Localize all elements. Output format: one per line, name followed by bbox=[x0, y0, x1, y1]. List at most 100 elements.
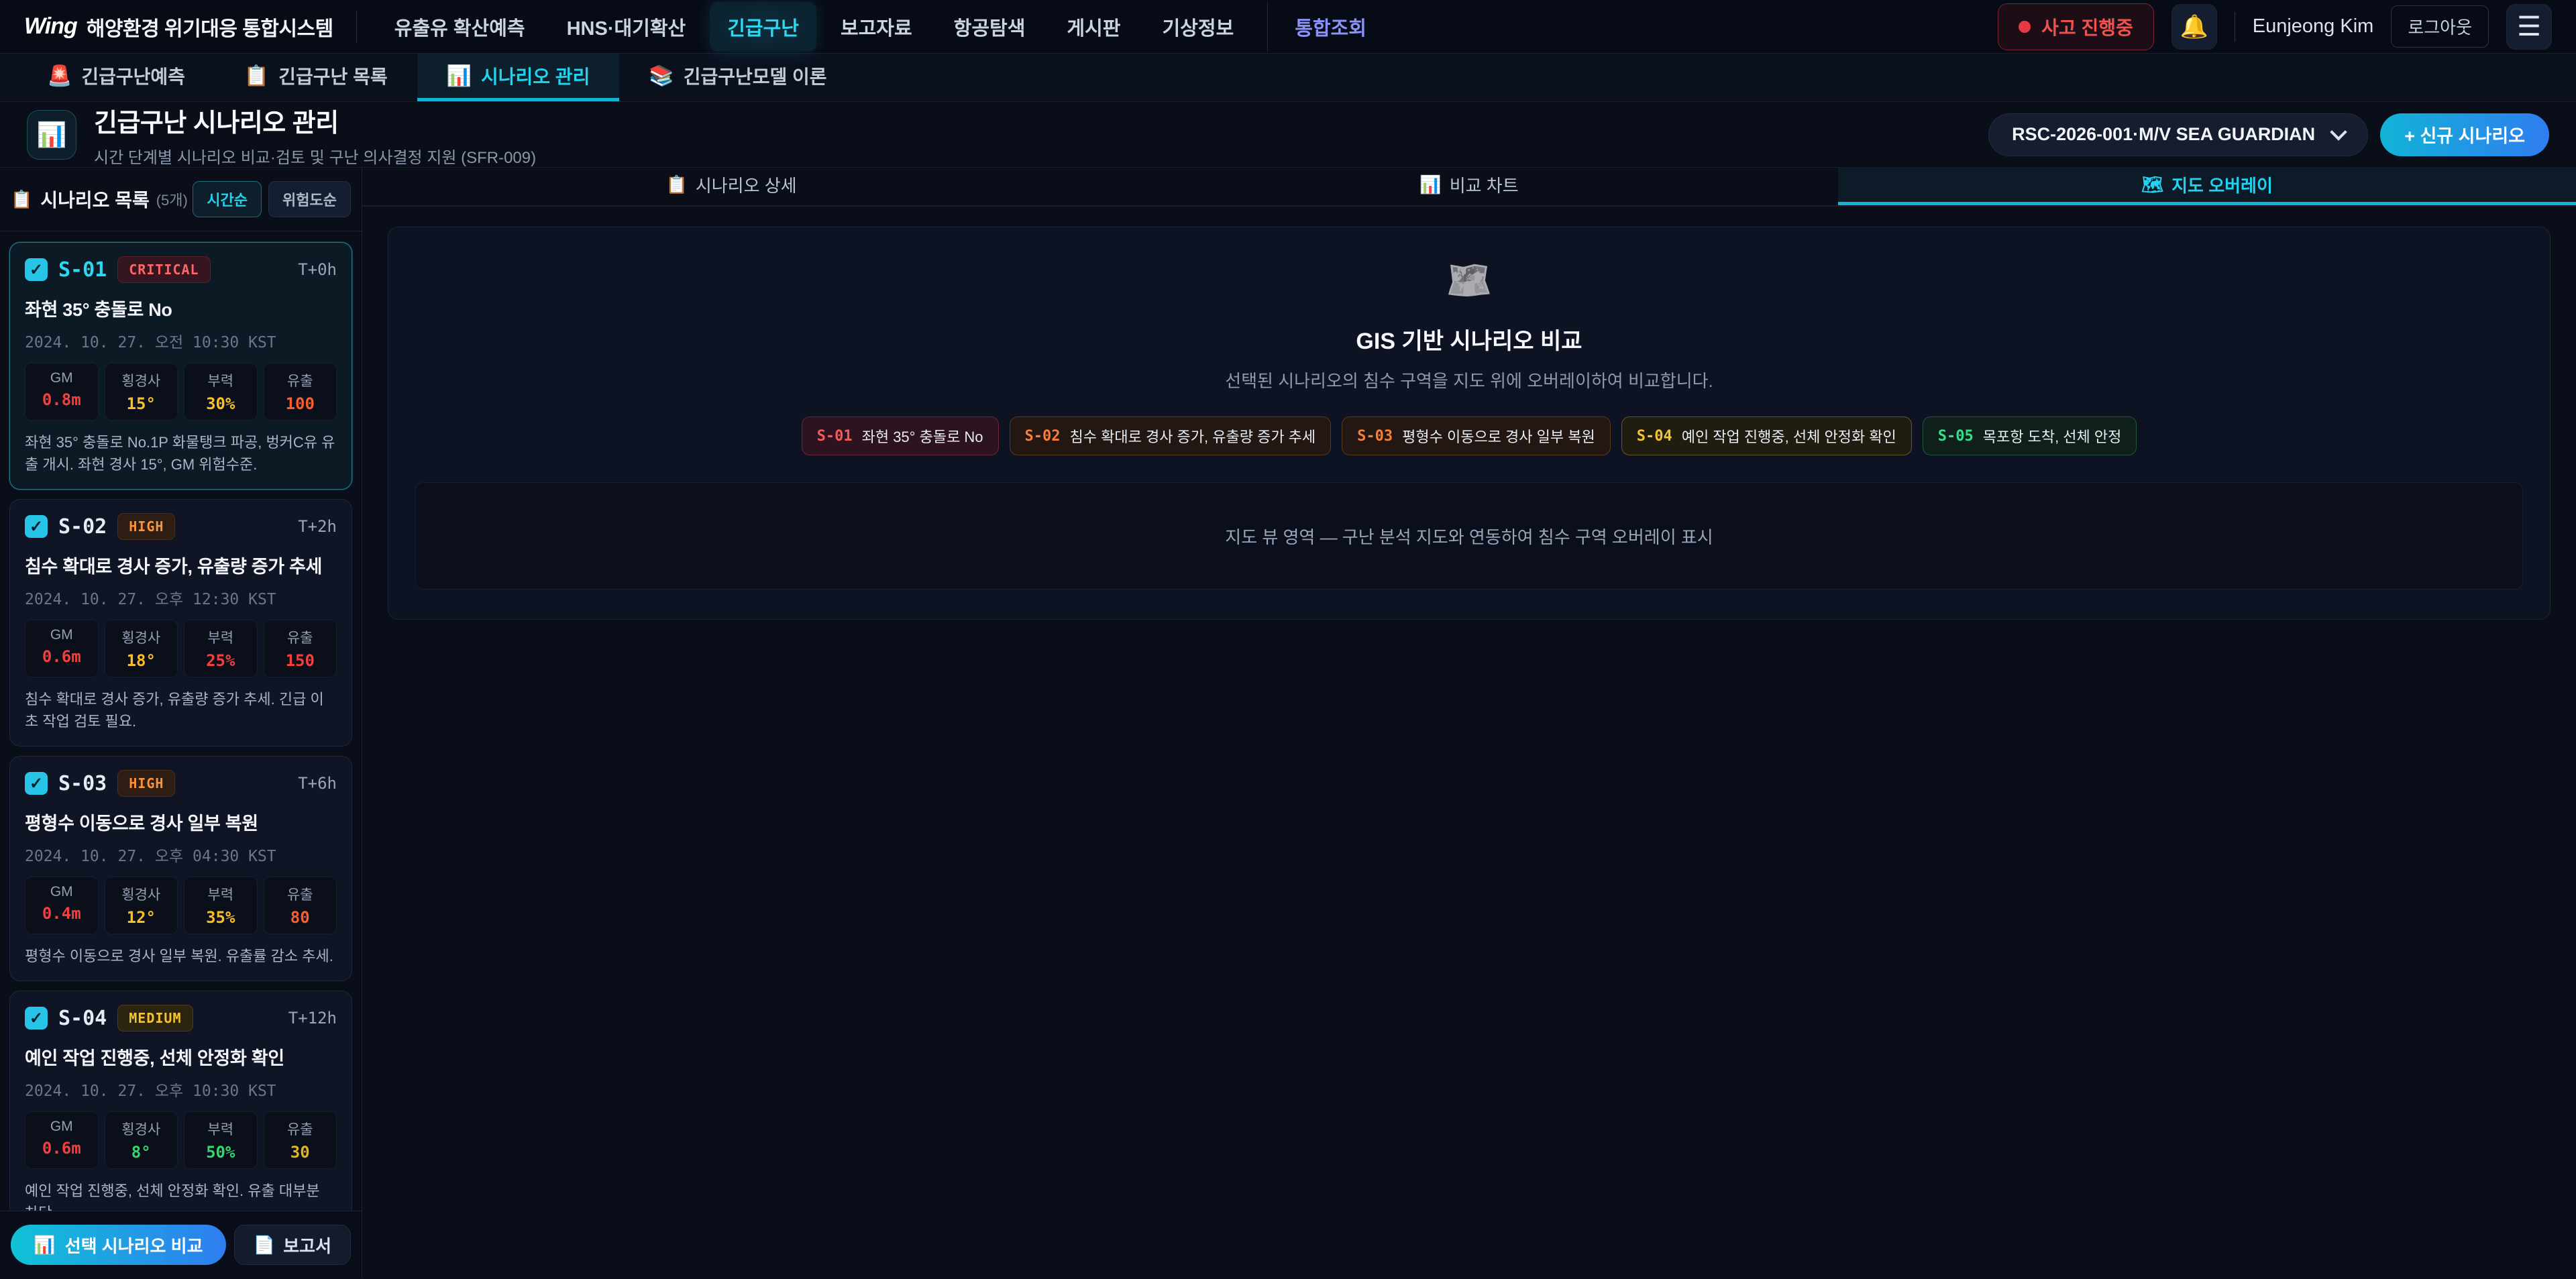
scenario-card-s02[interactable]: ✓ S-02 HIGH T+2h 침수 확대로 경사 증가, 유출량 증가 추세… bbox=[9, 499, 352, 746]
checkbox-checked[interactable]: ✓ bbox=[25, 772, 48, 795]
metric-label: 유출 bbox=[268, 884, 333, 904]
chip-s01[interactable]: S-01 좌현 35° 충돌로 No bbox=[802, 416, 999, 455]
tab-label: 긴급구난예측 bbox=[81, 62, 185, 89]
tab-map-overlay[interactable]: 🗺 지도 오버레이 bbox=[1838, 168, 2576, 205]
tab-label: 긴급구난 목록 bbox=[278, 62, 387, 89]
chip-id: S-02 bbox=[1025, 428, 1061, 445]
metric-gm: GM 0.6m bbox=[25, 1111, 99, 1169]
nav-item-reports[interactable]: 보고자료 bbox=[823, 2, 930, 52]
metric-label: 부력 bbox=[189, 370, 253, 390]
metric-value: 15° bbox=[109, 394, 174, 413]
nav-item-weather[interactable]: 기상정보 bbox=[1144, 2, 1251, 52]
chip-s02[interactable]: S-02 침수 확대로 경사 증가, 유출량 증가 추세 bbox=[1010, 416, 1332, 455]
clipboard-icon: 📋 bbox=[665, 174, 687, 195]
nav-item-integrated-search[interactable]: 통합조회 bbox=[1267, 2, 1384, 52]
scenario-title: 좌현 35° 충돌로 No bbox=[25, 295, 337, 321]
report-label: 보고서 bbox=[283, 1233, 331, 1258]
page-title: 긴급구난 시나리오 관리 bbox=[94, 102, 536, 139]
nav-item-board[interactable]: 게시판 bbox=[1049, 2, 1138, 52]
metric-label: 부력 bbox=[189, 884, 253, 904]
books-icon: 📚 bbox=[649, 64, 674, 88]
scenario-card-s04[interactable]: ✓ S-04 MEDIUM T+12h 예인 작업 진행중, 선체 안정화 확인… bbox=[9, 991, 352, 1211]
bar-chart-icon: 📊 bbox=[1419, 174, 1441, 195]
metric-grid: GM 0.4m 횡경사 12° 부력 35% 유출 80 bbox=[25, 877, 337, 934]
metric-label: 횡경사 bbox=[109, 627, 174, 647]
tab-label: 시나리오 관리 bbox=[481, 62, 590, 89]
metric-value: 100 bbox=[268, 394, 333, 413]
scenario-description: 침수 확대로 경사 증가, 유출량 증가 추세. 긴급 이초 작업 검토 필요. bbox=[25, 688, 337, 732]
metric-label: 횡경사 bbox=[109, 1119, 174, 1139]
page-titles: 긴급구난 시나리오 관리 시간 단계별 시나리오 비교·검토 및 구난 의사결정… bbox=[94, 102, 536, 168]
logout-button[interactable]: 로그아웃 bbox=[2391, 5, 2489, 48]
metric-grid: GM 0.8m 횡경사 15° 부력 30% 유출 100 bbox=[25, 363, 337, 421]
clipboard-icon: 📋 bbox=[11, 189, 32, 210]
tab-rescue-list[interactable]: 📋 긴급구난 목록 bbox=[215, 54, 417, 101]
scenario-datetime: 2024. 10. 27. 오후 04:30 KST bbox=[25, 843, 337, 866]
new-scenario-button[interactable]: + 신규 시나리오 bbox=[2380, 113, 2549, 156]
checkbox-checked[interactable]: ✓ bbox=[25, 1007, 48, 1030]
chip-s03[interactable]: S-03 평형수 이동으로 경사 일부 복원 bbox=[1342, 416, 1611, 455]
sidebar-header: 📋 시나리오 목록 (5개) 시간순 위험도순 bbox=[0, 168, 362, 231]
top-nav-right: 사고 진행중 🔔 Eunjeong Kim 로그아웃 ☰ bbox=[1998, 3, 2552, 50]
metric-label: 횡경사 bbox=[109, 370, 174, 390]
bell-icon: 🔔 bbox=[2180, 13, 2208, 40]
chip-label: 침수 확대로 경사 증가, 유출량 증가 추세 bbox=[1070, 425, 1316, 447]
tab-compare-chart[interactable]: 📊 비교 차트 bbox=[1100, 168, 1838, 205]
scenario-title: 예인 작업 진행중, 선체 안정화 확인 bbox=[25, 1044, 337, 1070]
metric-gm: GM 0.8m bbox=[25, 363, 99, 421]
chip-id: S-04 bbox=[1637, 428, 1672, 445]
metric-value: 18° bbox=[109, 651, 174, 670]
metric-value: 30 bbox=[268, 1143, 333, 1162]
nav-item-emergency-rescue[interactable]: 긴급구난 bbox=[710, 2, 816, 52]
scenario-datetime: 2024. 10. 27. 오전 10:30 KST bbox=[25, 329, 337, 352]
chip-s05[interactable]: S-05 목포항 도착, 선체 안정 bbox=[1923, 416, 2137, 455]
metric-value: 8° bbox=[109, 1143, 174, 1162]
report-button[interactable]: 📄 보고서 bbox=[234, 1225, 351, 1265]
metric-value: 35% bbox=[189, 908, 253, 927]
tab-rescue-forecast[interactable]: 🚨 긴급구난예측 bbox=[17, 54, 215, 101]
metric-label: GM bbox=[30, 627, 94, 643]
scenario-datetime: 2024. 10. 27. 오후 12:30 KST bbox=[25, 586, 337, 609]
top-nav: Wing 해양환경 위기대응 통합시스템 유출유 확산예측 HNS·대기확산 긴… bbox=[0, 0, 2576, 54]
compare-label: 선택 시나리오 비교 bbox=[65, 1233, 203, 1258]
scenario-card-s01[interactable]: ✓ S-01 CRITICAL T+0h 좌현 35° 충돌로 No 2024.… bbox=[9, 242, 352, 490]
metric-label: 유출 bbox=[268, 627, 333, 647]
scenario-id: S-02 bbox=[58, 515, 107, 539]
compare-scenarios-button[interactable]: 📊 선택 시나리오 비교 bbox=[11, 1225, 226, 1265]
nav-item-air-search[interactable]: 항공탐색 bbox=[936, 2, 1043, 52]
scenario-card-list: ✓ S-01 CRITICAL T+0h 좌현 35° 충돌로 No 2024.… bbox=[0, 231, 362, 1211]
tab-scenario-detail[interactable]: 📋 시나리오 상세 bbox=[362, 168, 1100, 205]
tab-scenario-management[interactable]: 📊 시나리오 관리 bbox=[417, 54, 620, 101]
notifications-button[interactable]: 🔔 bbox=[2171, 4, 2217, 50]
tab-rescue-model-theory[interactable]: 📚 긴급구난모델 이론 bbox=[619, 54, 856, 101]
nav-item-hns[interactable]: HNS·대기확산 bbox=[549, 2, 704, 52]
time-offset: T+0h bbox=[298, 260, 337, 279]
page-header: 📊 긴급구난 시나리오 관리 시간 단계별 시나리오 비교·검토 및 구난 의사… bbox=[0, 102, 2576, 168]
metric-value: 25% bbox=[189, 651, 253, 670]
case-select-dropdown[interactable]: RSC-2026-001·M/V SEA GUARDIAN bbox=[1988, 113, 2368, 156]
sidebar-footer: 📊 선택 시나리오 비교 📄 보고서 bbox=[0, 1211, 362, 1278]
metric-label: 횡경사 bbox=[109, 884, 174, 904]
sort-by-time-button[interactable]: 시간순 bbox=[193, 181, 262, 217]
map-placeholder-text: 지도 뷰 영역 — 구난 분석 지도와 연동하여 침수 구역 오버레이 표시 bbox=[1225, 524, 1713, 549]
clipboard-icon: 📋 bbox=[244, 64, 269, 88]
chip-s04[interactable]: S-04 예인 작업 진행중, 선체 안정화 확인 bbox=[1621, 416, 1912, 455]
checkbox-checked[interactable]: ✓ bbox=[25, 515, 48, 538]
severity-badge: HIGH bbox=[117, 770, 175, 797]
severity-badge: CRITICAL bbox=[117, 256, 210, 283]
menu-button[interactable]: ☰ bbox=[2506, 4, 2552, 50]
nav-item-oil-spill[interactable]: 유출유 확산예측 bbox=[377, 2, 543, 52]
main-panel: 📋 시나리오 상세 📊 비교 차트 🗺 지도 오버레이 🗺️ GIS 기반 시나… bbox=[362, 168, 2576, 1278]
metric-gm: GM 0.6m bbox=[25, 620, 99, 677]
time-offset: T+12h bbox=[288, 1009, 337, 1027]
metric-value: 30% bbox=[189, 394, 253, 413]
sort-controls: 시간순 위험도순 bbox=[193, 181, 351, 217]
metric-value: 0.8m bbox=[30, 390, 94, 409]
checkbox-checked[interactable]: ✓ bbox=[25, 258, 48, 281]
sort-by-risk-button[interactable]: 위험도순 bbox=[268, 181, 351, 217]
page-subtitle: 시간 단계별 시나리오 비교·검토 및 구난 의사결정 지원 (SFR-009) bbox=[94, 144, 536, 168]
scenario-description: 평형수 이동으로 경사 일부 복원. 유출률 감소 추세. bbox=[25, 945, 337, 967]
chip-id: S-03 bbox=[1357, 428, 1393, 445]
metric-grid: GM 0.6m 횡경사 8° 부력 50% 유출 30 bbox=[25, 1111, 337, 1169]
scenario-card-s03[interactable]: ✓ S-03 HIGH T+6h 평형수 이동으로 경사 일부 복원 2024.… bbox=[9, 756, 352, 981]
